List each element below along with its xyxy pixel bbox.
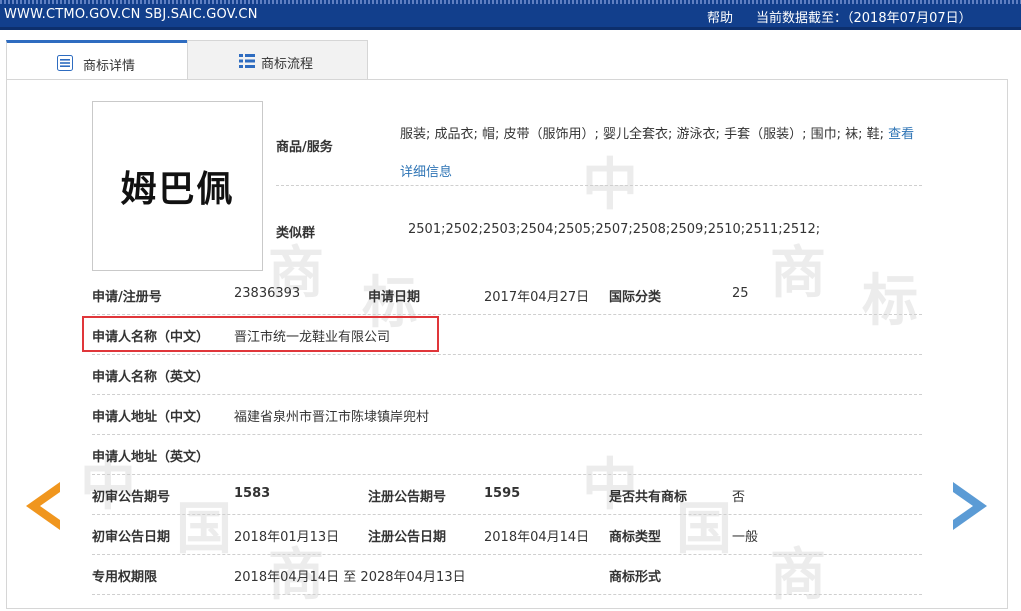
address-cn-label: 申请人地址（中文） [92,406,209,425]
mark-type-value: 一般 [732,526,758,545]
reg-pub-no-value: 1595 [484,486,520,501]
help-link[interactable]: 帮助 [707,7,733,26]
reg-pub-no-label: 注册公告期号 [368,486,446,505]
tab-trademark-flow[interactable]: 商标流程 [187,40,368,80]
divider [276,185,922,186]
tab-label: 商标流程 [261,53,313,72]
address-cn-value: 福建省泉州市晋江市陈埭镇岸兜村 [234,406,429,425]
reg-pub-date-label: 注册公告日期 [368,526,446,545]
tab-label: 商标详情 [83,55,135,74]
mark-form-label: 商标形式 [609,566,661,585]
intl-class-label: 国际分类 [609,286,661,305]
reg-no-value: 23836393 [234,286,300,301]
shared-mark-value: 否 [732,486,745,505]
tab-trademark-detail[interactable]: 商标详情 [6,40,188,80]
next-arrow-icon[interactable] [953,482,987,530]
goods-services-value: 服装; 成品衣; 帽; 皮带（服饰用）; 婴儿全套衣; 游泳衣; 手套（服装）;… [400,116,922,192]
exclusive-period-label: 专用权期限 [92,566,157,585]
similar-group-value: 2501;2502;2503;2504;2505;2507;2508;2509;… [408,222,820,237]
prelim-date-value: 2018年01月13日 [234,526,339,545]
applicant-en-label: 申请人名称（英文） [92,366,209,385]
prev-arrow-icon[interactable] [26,482,60,530]
divider [92,354,922,355]
divider [92,314,922,315]
mark-type-label: 商标类型 [609,526,661,545]
trademark-image: 姆巴佩 [92,101,263,271]
goods-services-label: 商品/服务 [276,136,333,155]
top-bar: WWW.CTMO.GOV.CN SBJ.SAIC.GOV.CN 帮助 当前数据截… [0,0,1021,30]
divider [92,434,922,435]
prelim-no-value: 1583 [234,486,270,501]
prelim-no-label: 初审公告期号 [92,486,170,505]
data-as-of: 当前数据截至：（2018年07月07日） [756,7,972,26]
address-en-label: 申请人地址（英文） [92,446,209,465]
divider [92,514,922,515]
grid-list-icon [239,53,255,69]
divider [92,474,922,475]
divider [92,594,922,595]
shared-mark-label: 是否共有商标 [609,486,687,505]
intl-class-value: 25 [732,286,749,301]
divider [92,394,922,395]
divider [92,554,922,555]
similar-group-label: 类似群 [276,222,315,241]
site-domains: WWW.CTMO.GOV.CN SBJ.SAIC.GOV.CN [4,7,258,22]
app-date-value: 2017年04月27日 [484,286,589,305]
reg-no-label: 申请/注册号 [92,286,162,305]
exclusive-period-value: 2018年04月14日 至 2028年04月13日 [234,566,466,585]
list-icon [57,55,73,71]
highlight-box [82,316,439,352]
app-date-label: 申请日期 [368,286,420,305]
prelim-date-label: 初审公告日期 [92,526,170,545]
reg-pub-date-value: 2018年04月14日 [484,526,589,545]
